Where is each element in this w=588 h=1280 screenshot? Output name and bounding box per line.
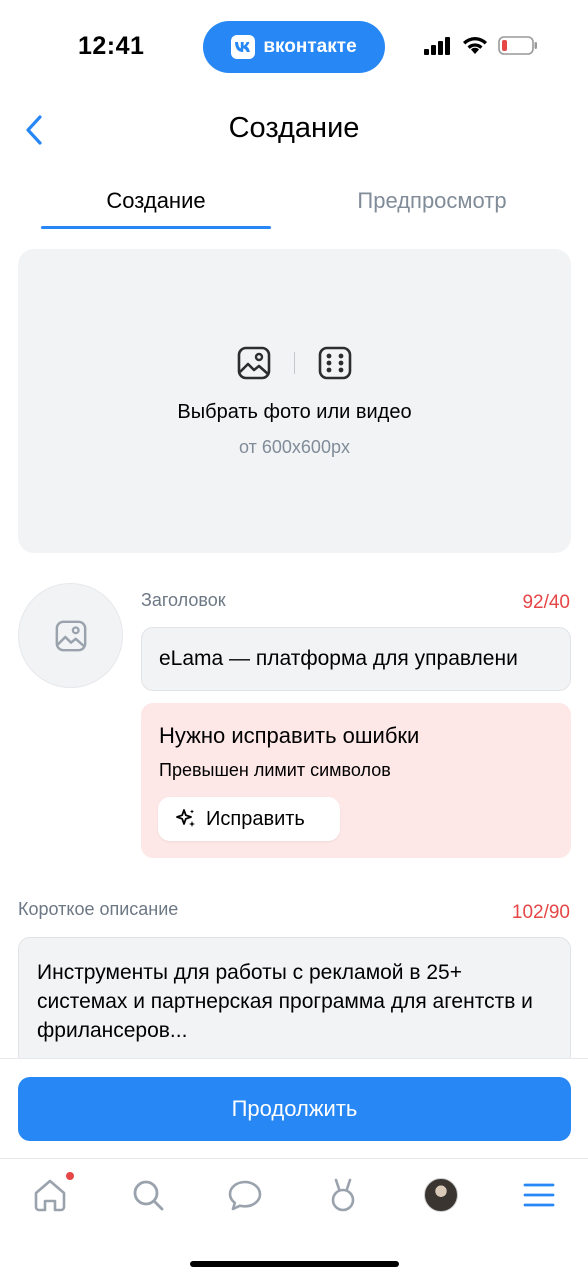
tabbar-home[interactable] <box>30 1172 74 1215</box>
sparkle-icon <box>176 809 195 827</box>
notification-dot <box>66 1172 74 1180</box>
icon-divider <box>294 352 295 374</box>
vk-pill-label: вконтакте <box>263 36 357 57</box>
bottom-action-panel: Продолжить <box>0 1058 588 1158</box>
headline-input[interactable]: eLama — платформа для управлени <box>141 627 571 691</box>
tabs: Создание Предпросмотр <box>0 178 588 234</box>
vk-logo-icon <box>231 35 256 59</box>
nav-header: Создание <box>0 100 588 160</box>
menu-icon <box>523 1183 555 1207</box>
tabbar-menu[interactable] <box>519 1175 559 1215</box>
headline-label: Заголовок <box>141 590 226 610</box>
continue-button[interactable]: Продолжить <box>18 1077 571 1141</box>
search-icon <box>133 1180 164 1211</box>
headline-char-counter: 92/40 <box>522 592 570 613</box>
vk-app-pill[interactable]: вконтакте <box>203 21 385 73</box>
battery-icon <box>498 36 537 55</box>
upload-icons <box>18 345 571 381</box>
tab-preview[interactable]: Предпросмотр <box>317 188 547 228</box>
image-icon[interactable] <box>236 345 272 381</box>
status-icons <box>424 36 538 55</box>
error-title: Нужно исправить ошибки <box>159 723 420 748</box>
tab-create[interactable]: Создание <box>41 188 271 228</box>
description-label: Короткое описание <box>18 899 179 919</box>
description-input[interactable]: Инструменты для работы с рекламой в 25+ … <box>18 937 571 1067</box>
messages-icon <box>228 1180 262 1211</box>
headline-value: eLama — платформа для управлени <box>159 647 518 670</box>
home-icon <box>34 1179 66 1212</box>
thumbnail-placeholder[interactable] <box>18 583 123 688</box>
avatar <box>424 1178 458 1212</box>
upload-size-hint: от 600x600px <box>239 437 350 457</box>
page-title: Создание <box>228 112 360 144</box>
media-upload-area[interactable]: Выбрать фото или видео от 600x600px <box>18 249 571 553</box>
tabbar-search[interactable] <box>128 1175 168 1215</box>
tabbar-profile[interactable] <box>421 1175 461 1215</box>
description-char-counter: 102/90 <box>511 902 570 923</box>
clips-icon <box>331 1178 355 1212</box>
fix-button-label: Исправить <box>206 807 305 830</box>
wifi-icon <box>463 37 487 54</box>
error-alert: Нужно исправить ошибки Превышен лимит си… <box>141 703 571 858</box>
upload-label: Выбрать фото или видео <box>177 401 412 423</box>
active-tab-indicator <box>41 226 271 229</box>
error-text: Превышен лимит символов <box>159 760 391 780</box>
tabbar-messages[interactable] <box>225 1175 265 1215</box>
status-bar: 12:41 вконтакте <box>0 0 588 90</box>
fix-button[interactable]: Исправить <box>158 797 340 841</box>
tabbar-clips[interactable] <box>323 1175 363 1215</box>
dice-icon[interactable] <box>317 345 353 381</box>
image-placeholder-icon <box>55 620 86 651</box>
home-indicator <box>190 1261 399 1267</box>
cellular-signal-icon <box>424 36 450 55</box>
description-value: Инструменты для работы с рекламой в 25+ … <box>37 961 533 1042</box>
status-time: 12:41 <box>78 32 145 60</box>
